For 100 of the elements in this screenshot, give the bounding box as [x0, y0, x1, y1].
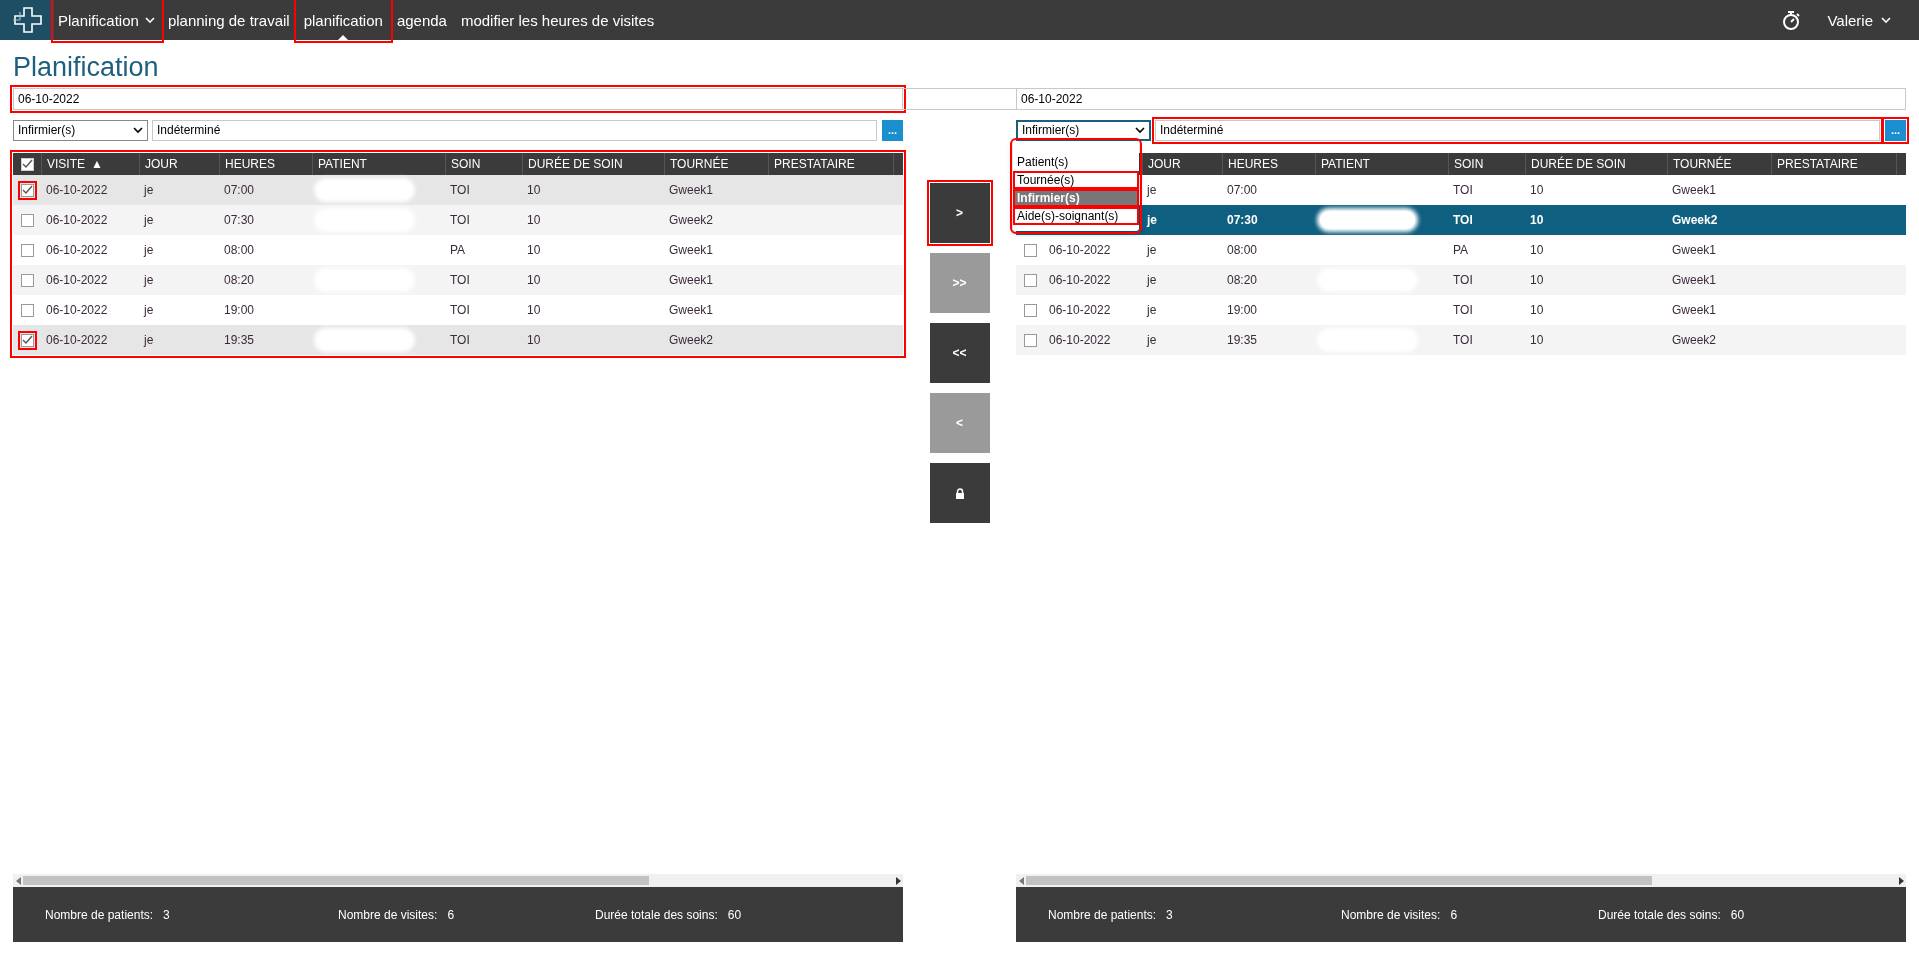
summary-value: 3	[1166, 907, 1173, 922]
table-cell: je	[1147, 303, 1157, 317]
table-cell: Gweek1	[1672, 303, 1717, 317]
search-field[interactable]: Indéterminé	[152, 119, 877, 141]
table-cell: TOI	[1453, 333, 1473, 347]
table-cell: 06-10-2022	[46, 273, 108, 287]
column-header[interactable]: PRESTATAIRE	[1777, 157, 1858, 171]
table-row[interactable]: 06-10-2022 je 07:30 TOI 10 Gweek2	[13, 205, 903, 235]
table-row[interactable]: 06-10-2022 je 08:20 TOI 10 Gweek1	[13, 265, 903, 295]
filter-select[interactable]: Infirmier(s)	[13, 119, 148, 141]
table-cell: je	[144, 213, 154, 227]
column-header[interactable]: PATIENT	[318, 157, 367, 171]
column-header[interactable]: SOIN	[1454, 157, 1484, 171]
empty-field[interactable]	[903, 88, 1016, 110]
column-header[interactable]: JOUR	[1148, 157, 1181, 171]
horizontal-scrollbar[interactable]	[13, 874, 903, 887]
table-cell: 06-10-2022	[1049, 303, 1111, 317]
table-cell: 19:35	[1227, 333, 1258, 347]
chevron-down-icon	[133, 126, 143, 134]
column-header[interactable]: JOUR	[145, 157, 178, 171]
nav-link[interactable]: planification	[296, 0, 390, 40]
summary-label: Durée totale des soins:	[1598, 907, 1721, 922]
horizontal-scrollbar[interactable]	[1016, 874, 1906, 887]
page-title: Planification	[13, 51, 160, 84]
chevron-down-icon	[1881, 16, 1891, 24]
table-cell: Gweek2	[669, 333, 714, 347]
lock-button[interactable]	[929, 463, 990, 523]
more-button[interactable]: ...	[882, 119, 903, 141]
table-cell: 10	[1530, 213, 1544, 227]
summary-value: 6	[447, 907, 455, 922]
table-row[interactable]: 06-10-2022 je 08:20 TOI 10 Gweek1	[1016, 265, 1906, 295]
nav-link[interactable]: planning de travail	[160, 0, 297, 40]
scroll-left-icon	[15, 876, 21, 885]
column-header[interactable]: PRESTATAIRE	[774, 157, 855, 171]
column-header[interactable]: PATIENT	[1321, 157, 1370, 171]
dropdown-option[interactable]: Infirmier(s)	[1013, 189, 1139, 207]
summary-label: Nombre de visites:	[338, 907, 438, 922]
table-cell: 07:30	[1227, 213, 1258, 227]
stopwatch-icon[interactable]	[1781, 10, 1802, 30]
table-cell: 07:00	[1227, 183, 1258, 197]
nav-link[interactable]: modifier les heures de visites	[453, 0, 662, 40]
table-cell: Gweek1	[1672, 243, 1717, 257]
date-field[interactable]: 06-10-2022	[1016, 88, 1906, 110]
table-cell: PA	[1453, 243, 1469, 257]
dropdown-option[interactable]: Patient(s)	[1013, 153, 1139, 171]
checkbox[interactable]	[20, 213, 34, 227]
summary-label: Durée totale des soins:	[595, 907, 718, 922]
table-cell: Gweek1	[1672, 273, 1717, 287]
column-header[interactable]: DURÉE DE SOIN	[1531, 157, 1626, 171]
date-field[interactable]: 06-10-2022	[13, 88, 903, 110]
search-field[interactable]: Indéterminé	[1155, 119, 1880, 141]
nav-link[interactable]: agenda	[389, 0, 454, 40]
table-cell: 06-10-2022	[1049, 243, 1111, 257]
checkbox[interactable]	[20, 157, 34, 171]
filter-select[interactable]: Infirmier(s)	[1016, 119, 1151, 141]
table-cell: je	[144, 183, 154, 197]
more-button[interactable]: ...	[1885, 119, 1906, 141]
checkbox[interactable]	[20, 243, 34, 257]
scrollbar-thumb[interactable]	[1026, 876, 1653, 885]
checkbox[interactable]	[1023, 243, 1037, 257]
table-cell: 07:00	[224, 183, 255, 197]
checkbox[interactable]	[20, 183, 34, 197]
column-header[interactable]: TOURNÉE	[670, 157, 729, 171]
table-cell: Gweek1	[669, 273, 714, 287]
column-header[interactable]: VISITE	[47, 157, 85, 171]
table-cell: je	[144, 273, 154, 287]
table-row[interactable]: 06-10-2022 je 07:00 TOI 10 Gweek1	[13, 175, 903, 205]
column-header[interactable]: HEURES	[225, 157, 275, 171]
checkbox[interactable]	[1023, 273, 1037, 287]
summary-value: 60	[727, 907, 742, 922]
table-cell: TOI	[1453, 303, 1473, 317]
checkbox[interactable]	[1023, 333, 1037, 347]
dropdown-option[interactable]: Aide(s)-soignant(s)	[1013, 207, 1139, 225]
checkbox[interactable]	[20, 273, 34, 287]
table-cell: 06-10-2022	[1049, 333, 1111, 347]
checkbox[interactable]	[20, 333, 34, 347]
table-cell: Gweek1	[669, 183, 714, 197]
table-cell: 06-10-2022	[46, 243, 108, 257]
cross-logo-icon	[11, 6, 43, 34]
checkbox[interactable]	[20, 303, 34, 317]
checkbox[interactable]	[1023, 303, 1037, 317]
table-cell: TOI	[1453, 273, 1473, 287]
table-cell: TOI	[1453, 213, 1473, 227]
transfer-button[interactable]: <<	[929, 323, 990, 383]
column-header[interactable]: HEURES	[1228, 157, 1278, 171]
transfer-button[interactable]: >	[929, 183, 990, 243]
table-cell: 08:00	[224, 243, 255, 257]
column-header[interactable]: DURÉE DE SOIN	[528, 157, 623, 171]
planification-menu[interactable]: Planification	[54, 0, 161, 40]
column-header[interactable]: SOIN	[451, 157, 481, 171]
summary-value: 3	[163, 907, 170, 922]
column-header[interactable]: TOURNÉE	[1673, 157, 1732, 171]
scrollbar-thumb[interactable]	[23, 876, 650, 885]
table-row[interactable]: 06-10-2022 je 19:35 TOI 10 Gweek2	[1016, 325, 1906, 355]
lock-icon	[954, 487, 965, 499]
table-row[interactable]: 06-10-2022 je 19:35 TOI 10 Gweek2	[13, 325, 903, 355]
table-cell: 10	[527, 273, 541, 287]
table-cell: 07:30	[224, 213, 255, 227]
user-menu[interactable]: Valerie	[1823, 0, 1897, 40]
summary-value: 6	[1450, 907, 1458, 922]
